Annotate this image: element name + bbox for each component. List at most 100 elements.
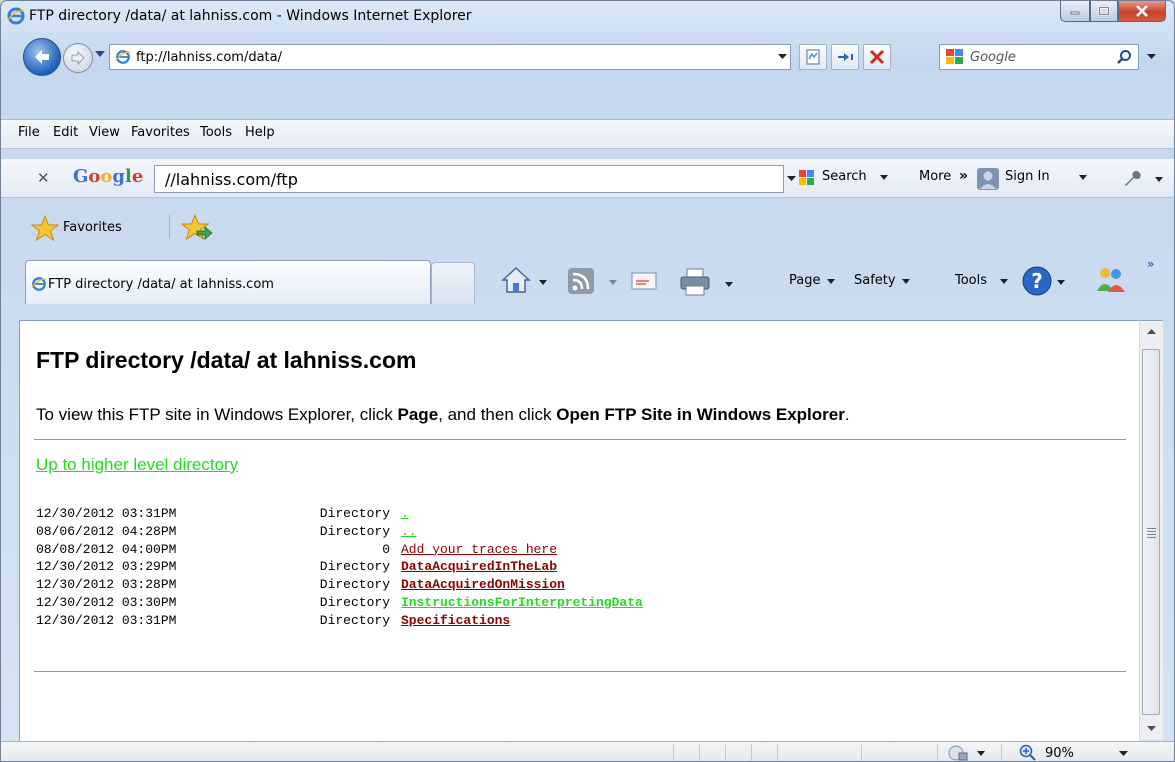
menu-file[interactable]: File [18, 125, 40, 140]
entry-link[interactable]: . [401, 505, 409, 523]
vertical-scrollbar[interactable] [1139, 320, 1163, 740]
entry-link[interactable]: InstructionsForInterpretingData [401, 594, 643, 612]
info-suffix: . [844, 405, 850, 424]
entry-date: 08/08/2012 04:00PM [36, 541, 177, 557]
entry-link[interactable]: DataAcquiredInTheLab [401, 558, 557, 576]
favorites-star-icon [31, 215, 59, 241]
safety-menu-button[interactable]: Safety [854, 273, 934, 293]
tools-menu-button[interactable]: Tools [955, 273, 1019, 293]
entry-date: 12/30/2012 03:29PM [36, 559, 177, 575]
search-options-dropdown-icon[interactable] [1147, 54, 1156, 60]
read-mail-button[interactable] [631, 271, 661, 295]
menu-tools[interactable]: Tools [200, 125, 232, 140]
favorites-button[interactable]: Favorites [31, 213, 161, 241]
toolbar-query-dropdown-icon[interactable] [787, 176, 796, 182]
new-tab-button[interactable] [431, 262, 475, 304]
scrollbar-grip [1147, 528, 1156, 540]
scrollbar-thumb[interactable] [1142, 349, 1160, 715]
menu-view[interactable]: View [89, 125, 120, 140]
entry-link[interactable]: .. [401, 523, 417, 541]
menu-help[interactable]: Help [245, 125, 275, 140]
window-controls [1060, 1, 1166, 22]
zoom-icon-wrapper [1019, 744, 1043, 761]
research-button[interactable] [1095, 265, 1129, 297]
title-bar: FTP directory /data/ at lahniss.com - Wi… [1, 1, 1174, 33]
scroll-down-button[interactable] [1140, 718, 1162, 740]
tools-menu-label: Tools [955, 273, 988, 288]
stop-button[interactable] [863, 44, 891, 70]
page-heading: FTP directory /data/ at lahniss.com [36, 347, 417, 373]
compatibility-view-button[interactable] [799, 44, 827, 70]
compatibility-icon [806, 49, 820, 65]
up-to-parent-link[interactable]: Up to higher level directory [36, 455, 238, 475]
close-icon [1136, 5, 1148, 17]
status-separator [673, 744, 674, 761]
status-separator [937, 744, 938, 761]
home-dropdown-icon [539, 280, 547, 285]
entry-date: 08/06/2012 04:28PM [36, 523, 177, 539]
feeds-button[interactable] [567, 267, 619, 297]
protected-mode-zone-button[interactable] [947, 744, 991, 761]
minimize-button[interactable] [1060, 1, 1090, 22]
favorites-label: Favorites [63, 220, 122, 235]
search-button-label: Search [822, 169, 867, 184]
maximize-button[interactable] [1090, 1, 1118, 22]
page-menu-button[interactable]: Page [789, 273, 851, 293]
add-to-favorites-bar-button[interactable] [180, 213, 215, 243]
search-box[interactable]: Google [939, 44, 1139, 70]
settings-dropdown-icon [1155, 177, 1163, 182]
search-magnifier-icon[interactable] [1116, 49, 1132, 65]
favorites-bar: Favorites [1, 207, 1174, 247]
zoom-level[interactable]: 90% [1045, 746, 1074, 761]
menu-favorites[interactable]: Favorites [131, 125, 190, 140]
menu-bar: File Edit View Favorites Tools Help [1, 119, 1174, 149]
google-search-button[interactable]: Search [798, 165, 903, 191]
google-search-icon [799, 170, 814, 185]
address-dropdown-button[interactable] [774, 45, 790, 69]
sign-in-button[interactable]: Sign In [977, 165, 1097, 191]
entry-date: 12/30/2012 03:28PM [36, 577, 177, 593]
status-separator [699, 744, 700, 761]
address-field[interactable]: ftp://lahniss.com/data/ [109, 44, 791, 70]
zoom-dropdown-icon[interactable] [1119, 751, 1128, 757]
status-separator [725, 744, 726, 761]
close-toolbar-icon[interactable]: ✕ [37, 169, 50, 187]
tab-current[interactable]: FTP directory /data/ at lahniss.com [25, 260, 431, 304]
info-prefix: To view this FTP site in Windows Explore… [36, 405, 398, 424]
scroll-up-arrow-icon [1146, 329, 1156, 334]
status-separator [1001, 744, 1002, 761]
tools-menu-dropdown-icon [1000, 279, 1008, 284]
entry-type: 0 [382, 541, 390, 557]
status-separator [861, 744, 862, 761]
scroll-up-button[interactable] [1140, 321, 1162, 343]
minimize-icon [1070, 11, 1080, 15]
toolbar-settings-button[interactable] [1121, 167, 1167, 191]
more-button[interactable]: More » [909, 168, 968, 189]
divider-bottom [34, 671, 1126, 672]
print-button[interactable] [679, 267, 737, 299]
recent-pages-dropdown-icon[interactable] [95, 50, 105, 58]
rss-feed-icon [568, 268, 594, 294]
back-button[interactable] [23, 38, 61, 76]
more-arrows-icon: » [959, 168, 969, 184]
help-dropdown-icon [1057, 280, 1065, 285]
navigation-bar: ftp://lahniss.com/data/ Google [1, 35, 1174, 79]
entry-type: Directory [319, 523, 390, 539]
add-favorite-star-icon [180, 213, 213, 241]
entry-link[interactable]: Specifications [401, 612, 510, 630]
close-window-button[interactable] [1118, 1, 1166, 22]
window-title: FTP directory /data/ at lahniss.com - Wi… [29, 8, 472, 24]
command-bar-overflow-chevron[interactable]: » [1147, 257, 1154, 271]
help-button[interactable]: ? [1021, 265, 1067, 297]
forward-button[interactable] [63, 43, 93, 73]
refresh-icon [838, 53, 853, 61]
refresh-button[interactable] [831, 44, 859, 70]
menu-edit[interactable]: Edit [53, 125, 78, 140]
status-bar: 90% [1, 741, 1174, 761]
entry-link[interactable]: Add your traces here [401, 541, 557, 559]
svg-text:?: ? [1031, 269, 1043, 293]
entry-link[interactable]: DataAcquiredOnMission [401, 576, 565, 594]
google-toolbar-search-input[interactable]: //lahniss.com/ftp [154, 165, 784, 193]
search-box-placeholder: Google [970, 50, 1016, 65]
home-button[interactable] [501, 265, 549, 297]
